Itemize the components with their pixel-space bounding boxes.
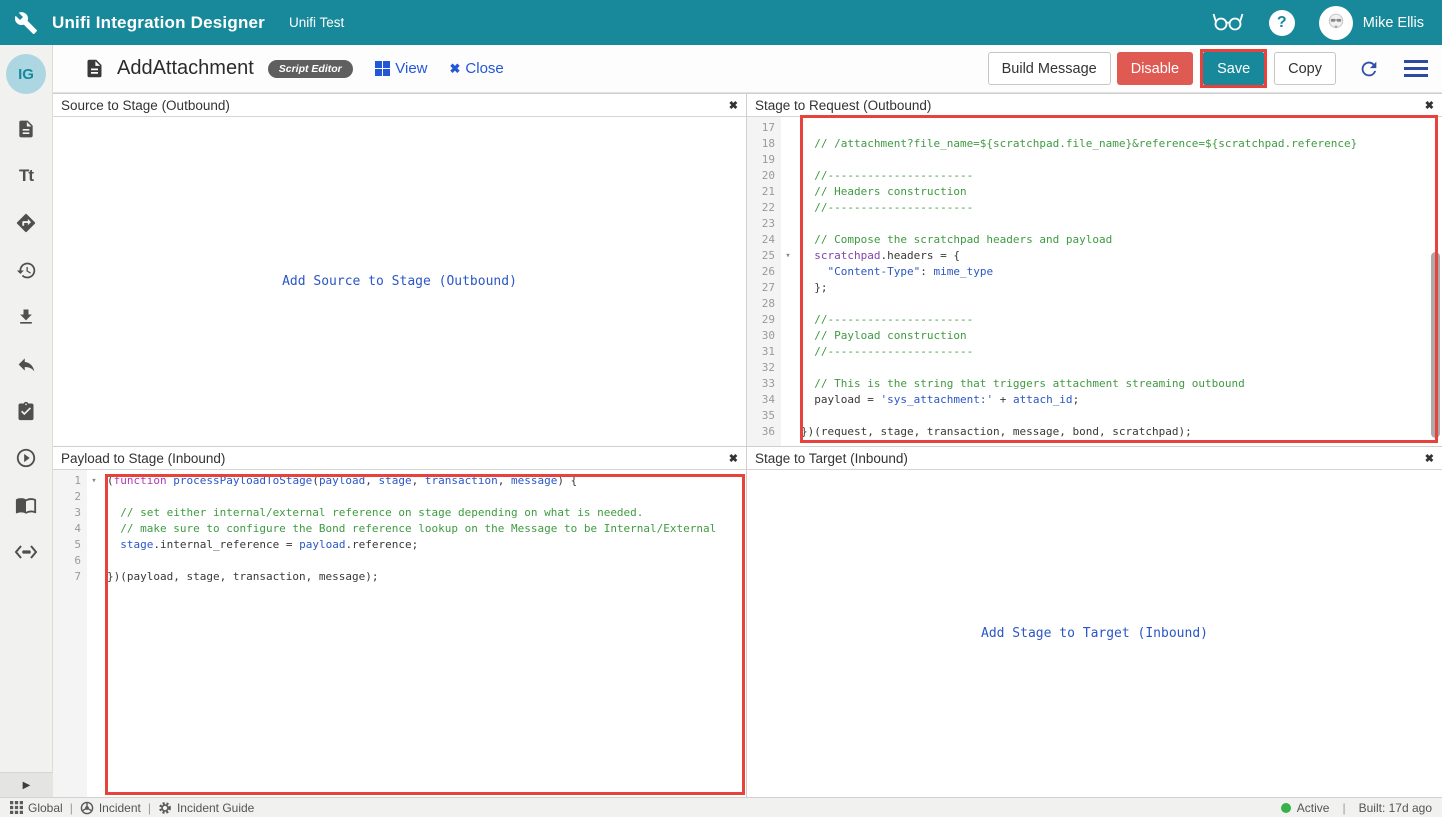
history-icon[interactable] [14, 259, 38, 281]
menu-icon[interactable] [1404, 60, 1428, 77]
integration-avatar[interactable]: IG [6, 54, 46, 94]
payload-to-stage-code-editor[interactable]: 1▾(function processPayloadToStage(payloa… [53, 470, 746, 797]
left-sidebar: IG Tt [0, 45, 53, 797]
message-incident-guide[interactable]: Incident Guide [158, 801, 254, 815]
panel-stage-to-request: Stage to Request (Outbound) ✖ 1718 // /a… [747, 94, 1442, 446]
panel-title: Payload to Stage (Inbound) [61, 451, 225, 466]
play-icon[interactable] [14, 447, 38, 469]
built-label: Built: 17d ago [1359, 801, 1432, 815]
panel-body-empty: Add Source to Stage (Outbound) [53, 117, 746, 446]
glasses-icon[interactable] [1211, 7, 1245, 38]
active-status-label: Active [1297, 801, 1330, 815]
panel-header: Source to Stage (Outbound) ✖ [53, 94, 746, 117]
panel-title: Stage to Target (Inbound) [755, 451, 908, 466]
script-editor-badge: Script Editor [268, 60, 353, 78]
top-nav-bar: Unifi Integration Designer Unifi Test ? [0, 0, 1442, 45]
panel-header: Stage to Request (Outbound) ✖ [747, 94, 1442, 117]
user-avatar [1319, 6, 1353, 40]
save-button[interactable]: Save [1203, 52, 1264, 85]
status-bar: Global | Incident | Incident Guide Activ… [0, 797, 1442, 817]
add-stage-to-target-link[interactable]: Add Stage to Target (Inbound) [981, 626, 1208, 641]
sidebar-expand-button[interactable]: ▶ [0, 772, 53, 797]
knowledge-icon[interactable] [14, 494, 38, 516]
help-icon[interactable]: ? [1269, 10, 1295, 36]
script-document-icon [84, 58, 105, 79]
panel-close-icon[interactable]: ✖ [1425, 99, 1434, 112]
tasks-icon[interactable] [14, 400, 38, 422]
script-panels-grid: Source to Stage (Outbound) ✖ Add Source … [53, 93, 1442, 797]
user-menu[interactable]: Mike Ellis [1319, 6, 1424, 40]
app-title: Unifi Integration Designer [52, 13, 265, 33]
process-incident[interactable]: Incident [80, 801, 141, 815]
disable-button[interactable]: Disable [1117, 52, 1193, 85]
panel-body-empty: Add Stage to Target (Inbound) [747, 470, 1442, 797]
close-record-button[interactable]: ✖ Close [450, 60, 504, 77]
panel-close-icon[interactable]: ✖ [1425, 452, 1434, 465]
environment-label[interactable]: Unifi Test [289, 15, 344, 30]
save-highlight-annotation: Save [1200, 49, 1267, 88]
document-icon[interactable] [14, 118, 38, 140]
build-message-button[interactable]: Build Message [988, 52, 1111, 85]
reply-icon[interactable] [14, 353, 38, 375]
wrench-icon[interactable] [14, 11, 38, 35]
code-icon[interactable] [14, 541, 38, 563]
panel-header: Stage to Target (Inbound) ✖ [747, 447, 1442, 470]
incident-icon [80, 801, 94, 815]
panel-source-to-stage: Source to Stage (Outbound) ✖ Add Source … [53, 94, 746, 446]
page-title: AddAttachment [117, 57, 254, 80]
directions-icon[interactable] [14, 212, 38, 234]
panel-close-icon[interactable]: ✖ [729, 452, 738, 465]
refresh-icon[interactable] [1358, 58, 1380, 80]
panel-close-icon[interactable]: ✖ [729, 99, 738, 112]
stage-to-request-code-editor[interactable]: 1718 // /attachment?file_name=${scratchp… [747, 117, 1442, 446]
grid-icon [10, 801, 23, 814]
separator: | [1342, 801, 1345, 815]
download-icon[interactable] [14, 306, 38, 328]
scope-global[interactable]: Global [10, 801, 63, 815]
panel-title: Stage to Request (Outbound) [755, 98, 931, 113]
user-name: Mike Ellis [1363, 15, 1424, 31]
separator: | [70, 801, 73, 815]
view-grid-icon [375, 61, 391, 77]
active-status-icon [1281, 803, 1291, 813]
view-button[interactable]: View [375, 60, 428, 77]
close-x-icon: ✖ [450, 61, 461, 77]
record-toolbar: AddAttachment Script Editor View ✖ Close… [53, 45, 1442, 93]
separator: | [148, 801, 151, 815]
panel-title: Source to Stage (Outbound) [61, 98, 230, 113]
panel-header: Payload to Stage (Inbound) ✖ [53, 447, 746, 470]
vertical-scrollbar[interactable] [1431, 252, 1440, 438]
panel-stage-to-target: Stage to Target (Inbound) ✖ Add Stage to… [747, 447, 1442, 797]
panel-payload-to-stage: Payload to Stage (Inbound) ✖ 1▾(function… [53, 447, 746, 797]
add-source-to-stage-link[interactable]: Add Source to Stage (Outbound) [282, 274, 517, 289]
gear-icon [158, 801, 172, 815]
copy-button[interactable]: Copy [1274, 52, 1336, 85]
text-format-icon[interactable]: Tt [14, 165, 38, 187]
app-window: Unifi Integration Designer Unifi Test ? [0, 0, 1442, 817]
